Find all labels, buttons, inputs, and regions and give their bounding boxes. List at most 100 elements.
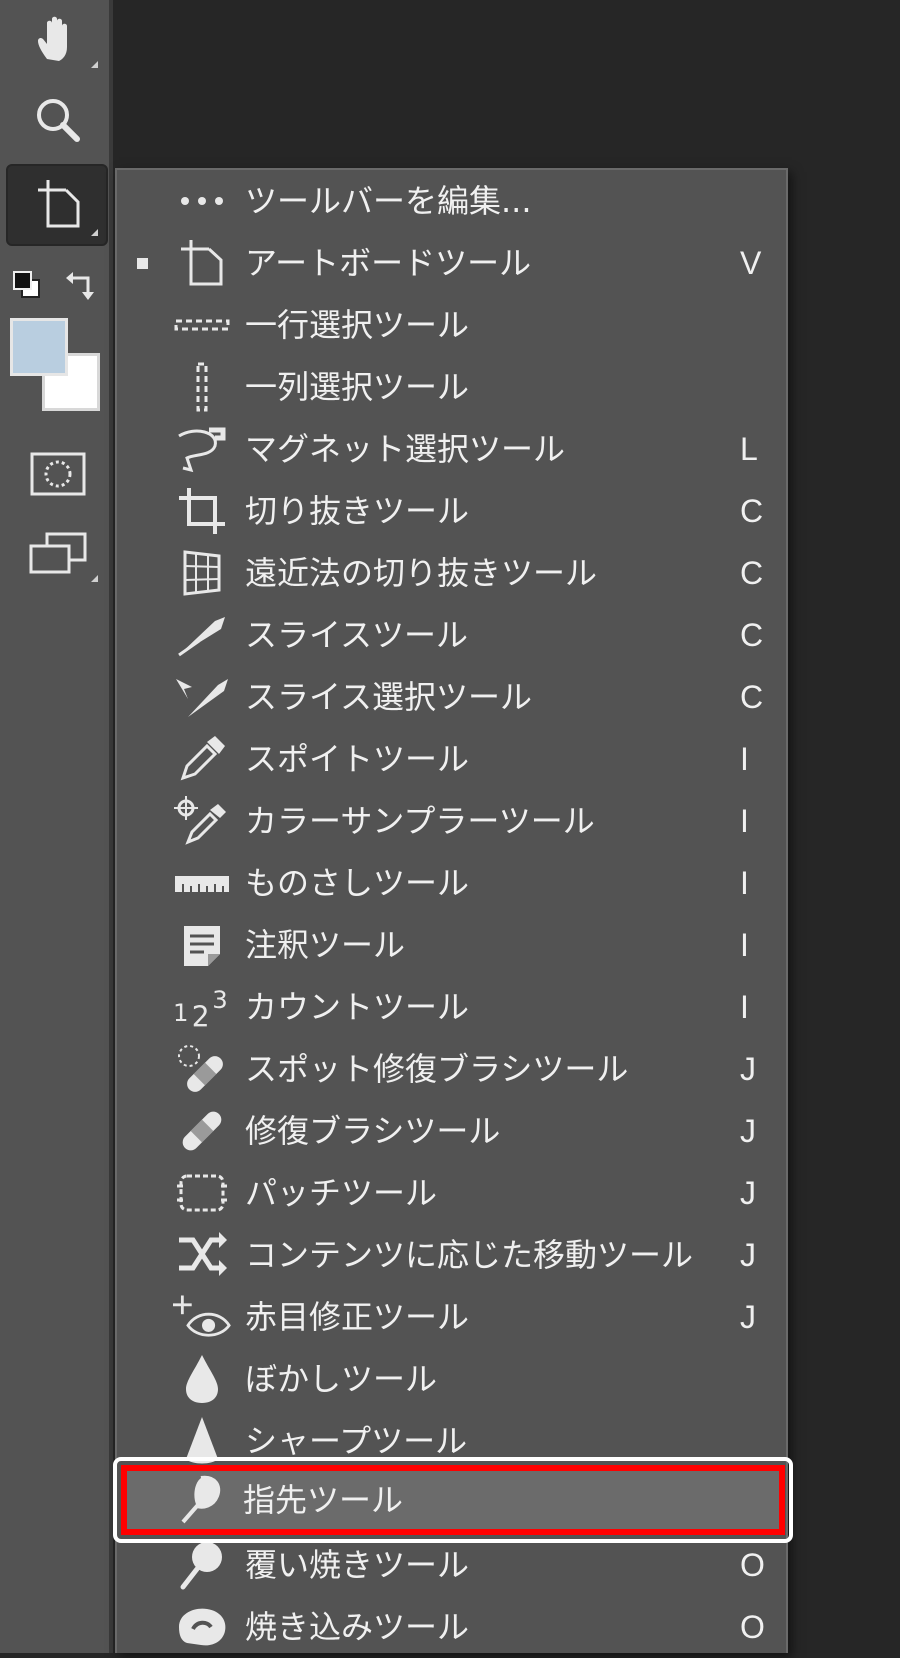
menu-item-shortcut: I <box>740 803 749 839</box>
menu-item-shortcut: I <box>740 741 749 777</box>
menu-item-shortcut: I <box>740 927 749 963</box>
menu-item-shortcut: J <box>740 1237 756 1273</box>
blur-drop-icon <box>173 1354 231 1404</box>
tool-flyout-indicator <box>91 229 98 236</box>
menu-item-label: スポイトツール <box>245 740 470 778</box>
artboard-tool-button[interactable] <box>6 164 108 246</box>
perspective-crop-icon <box>173 548 231 598</box>
menu-item-shortcut: J <box>740 1175 756 1211</box>
smudge-icon <box>171 1475 229 1525</box>
screen-mode-button[interactable] <box>10 518 106 590</box>
menu-item[interactable]: 1 2 3 カウントツール I <box>117 976 786 1038</box>
tool-flyout-menu: ツールバーを編集... アートボードツール V 一行選択ツール 一列選択ツールマグネット… <box>115 168 788 1653</box>
menu-item-smudge[interactable]: 指先ツール <box>115 1469 788 1531</box>
menu-item-label: 注釈ツール <box>245 926 406 964</box>
tool-flyout-indicator <box>91 61 98 68</box>
screen-mode-icon <box>29 532 87 574</box>
default-colors-button[interactable] <box>12 270 42 300</box>
menu-item-shortcut: C <box>740 555 764 591</box>
menu-item[interactable]: 覆い焼きツール O <box>117 1534 786 1596</box>
swap-arrows-icon <box>66 272 94 300</box>
hand-icon <box>38 16 67 61</box>
menu-item-shortcut: C <box>740 679 764 715</box>
menu-item-label: 指先ツール <box>243 1481 404 1519</box>
menu-item-label: カウントツール <box>245 988 470 1026</box>
menu-item[interactable]: スポット修復ブラシツール J <box>117 1038 786 1100</box>
foreground-color-swatch[interactable] <box>10 318 68 376</box>
menu-item[interactable]: 修復ブラシツール J <box>117 1100 786 1162</box>
more-dots-icon <box>173 176 231 226</box>
menu-item-shortcut: I <box>740 989 749 1025</box>
ruler-icon <box>173 858 231 908</box>
crop-icon <box>173 486 231 536</box>
menu-item[interactable]: パッチツール J <box>117 1162 786 1224</box>
menu-item[interactable]: スライスツール C <box>117 604 786 666</box>
menu-item[interactable]: 切り抜きツール C <box>117 480 786 542</box>
single-row-marquee-icon <box>173 300 231 350</box>
svg-text:3: 3 <box>212 985 227 1014</box>
menu-item-label: マグネット選択ツール <box>245 430 566 468</box>
menu-item-label: 一行選択ツール <box>245 306 470 344</box>
artboard-icon <box>173 238 231 288</box>
menu-item[interactable]: 赤目修正ツール J <box>117 1286 786 1348</box>
menu-item-label: 覆い焼きツール <box>245 1546 470 1584</box>
menu-item-shortcut: O <box>740 1609 765 1645</box>
active-tool-bullet <box>137 258 148 269</box>
menu-item[interactable]: マグネット選択ツール L <box>117 418 786 480</box>
magnetic-lasso-icon <box>173 424 231 474</box>
magnifier-icon <box>37 99 80 142</box>
menu-item[interactable]: アートボードツール V <box>117 232 786 294</box>
hand-tool-button[interactable] <box>10 4 106 76</box>
menu-item[interactable]: ものさしツール I <box>117 852 786 914</box>
menu-item-label: 遠近法の切り抜きツール <box>245 554 598 592</box>
menu-item-label: 赤目修正ツール <box>245 1298 470 1336</box>
zoom-tool-button[interactable] <box>10 84 106 156</box>
menu-item-label: 修復ブラシツール <box>245 1112 501 1150</box>
menu-item[interactable]: 遠近法の切り抜きツール C <box>117 542 786 604</box>
spot-healing-icon <box>173 1044 231 1094</box>
burn-icon <box>173 1602 231 1652</box>
default-colors-icon <box>13 271 40 298</box>
menu-item[interactable]: ぼかしツール <box>117 1348 786 1410</box>
menu-item[interactable]: スポイトツール I <box>117 728 786 790</box>
svg-text:1: 1 <box>173 998 188 1027</box>
content-aware-move-icon <box>173 1230 231 1280</box>
menu-item[interactable]: スライス選択ツール C <box>117 666 786 728</box>
menu-item-label: アートボードツール <box>245 244 532 282</box>
menu-item-label: パッチツール <box>245 1174 438 1212</box>
menu-item[interactable]: コンテンツに応じた移動ツール J <box>117 1224 786 1286</box>
menu-item-shortcut: C <box>740 617 764 653</box>
slice-select-icon <box>173 672 231 722</box>
swap-colors-button[interactable] <box>64 268 98 302</box>
tools-panel <box>0 0 113 1653</box>
healing-brush-icon <box>173 1106 231 1156</box>
menu-item[interactable]: 一列選択ツール <box>117 356 786 418</box>
red-eye-icon <box>173 1292 231 1342</box>
menu-item-label: 焼き込みツール <box>245 1608 470 1646</box>
menu-item-label: 一列選択ツール <box>245 368 470 406</box>
slice-icon <box>173 610 231 660</box>
quick-mask-button[interactable] <box>10 438 106 510</box>
menu-item-label: ツールバーを編集... <box>245 182 532 220</box>
menu-item[interactable]: 一行選択ツール <box>117 294 786 356</box>
patch-icon <box>173 1168 231 1218</box>
note-icon <box>173 920 231 970</box>
menu-item-label: スポット修復ブラシツール <box>245 1050 629 1088</box>
menu-item-shortcut: L <box>740 431 758 467</box>
menu-item[interactable]: カラーサンプラーツール I <box>117 790 786 852</box>
count-icon: 123 <box>173 982 231 1032</box>
dodge-icon <box>173 1540 231 1590</box>
menu-item[interactable]: ツールバーを編集... <box>117 170 786 232</box>
menu-item-label: 切り抜きツール <box>245 492 470 530</box>
svg-text:2: 2 <box>192 1001 210 1032</box>
menu-item-shortcut: J <box>740 1051 756 1087</box>
menu-item[interactable]: 注釈ツール I <box>117 914 786 976</box>
menu-item-label: スライス選択ツール <box>245 678 533 716</box>
artboard-icon <box>38 180 80 228</box>
menu-item[interactable]: 焼き込みツール O <box>117 1596 786 1658</box>
menu-item-label: ぼかしツール <box>245 1360 438 1398</box>
menu-item-shortcut: C <box>740 493 764 529</box>
menu-item-shortcut: O <box>740 1547 765 1583</box>
tool-flyout-indicator <box>91 575 98 582</box>
highlighted-menu-item-overlay: 指先ツール <box>115 1469 788 1531</box>
